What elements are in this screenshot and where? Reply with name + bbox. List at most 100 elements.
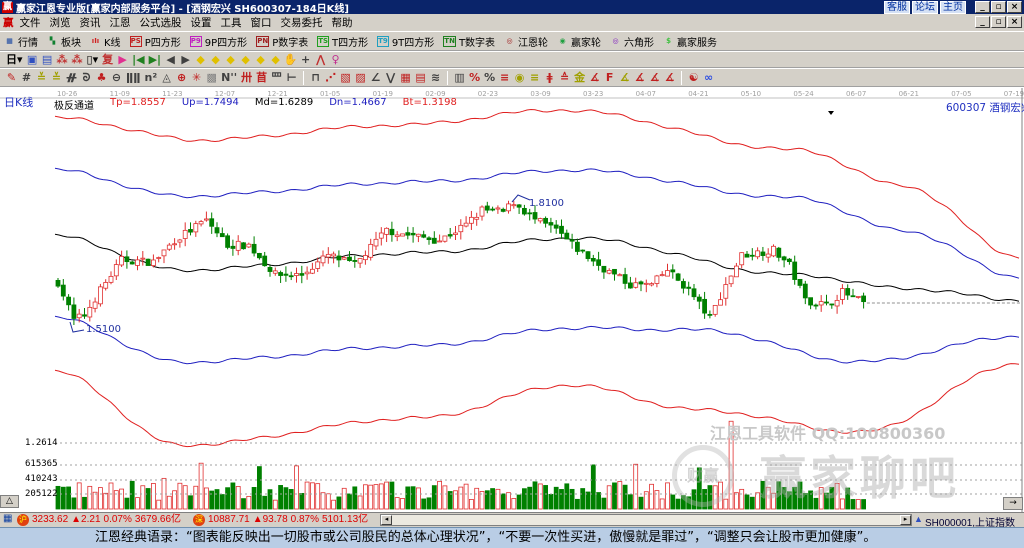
yinyang-icon[interactable]: ☯ [686,71,701,85]
angle4-icon[interactable]: ∡ [632,71,647,85]
toolbar-kline-button[interactable]: ıIı K线 [90,34,121,49]
toolbar-sector-blocks-button[interactable]: ▚ 板块 [47,34,81,49]
scroll-right-button[interactable]: ▸ [900,515,911,525]
candle-type-icon[interactable]: ▯▾ [85,53,101,67]
fan-lines-icon[interactable]: ⋰ [323,71,338,85]
flag-icon[interactable]: ▶ [115,53,130,67]
calendar-icon[interactable]: 罒 [269,71,284,85]
menu-item[interactable]: 交易委托 [281,15,323,30]
shenzhen-index[interactable]: 10887.71 ▲93.78 0.87% 5101.13亿 [208,514,368,526]
restore-rights-icon[interactable]: 复 [100,53,115,67]
pattern-icon[interactable]: ♀ [328,53,343,67]
kline-chart[interactable]: 10-26 11-09 11-23 12-07 12-21 01-05 01-19 02-09… [0,87,1024,512]
infinity-icon[interactable]: ∞ [701,71,716,85]
angle-f-icon[interactable]: F [602,71,617,85]
grid-lines-icon[interactable]: # [19,71,34,85]
line-a-icon[interactable]: ≙ [557,71,572,85]
shanghai-index[interactable]: 3233.62 ▲2.21 0.07% 3679.66亿 [32,514,181,526]
crosshair-icon[interactable]: + [298,53,313,67]
expand-h-icon[interactable]: ◆ [223,53,238,67]
fib-icon[interactable]: ᚌ [64,71,79,85]
toolbar-quote-grid-button[interactable]: ▦ 行情 [4,34,38,49]
price-red2-icon[interactable]: 苜 [254,71,269,85]
triangle-icon[interactable]: ◬ [159,71,174,85]
box-icon[interactable]: ▩ [204,71,219,85]
fan-box-icon[interactable]: ▧ [338,71,353,85]
menu-item[interactable]: 设置 [191,15,212,30]
coin-icon[interactable]: ◉ [512,71,527,85]
toolbar-ps-button[interactable]: PS P四方形 [129,34,181,49]
scroll-right-icon[interactable]: ▶ [178,53,193,67]
toolbar-pn-button[interactable]: PN P数字表 [256,34,308,49]
grid-box2-icon[interactable]: ▤ [413,71,428,85]
minimize-button[interactable]: _ [975,1,990,13]
scroll-left-button[interactable]: ◂ [381,515,392,525]
toolbar-winner-wheel-button[interactable]: ◉ 赢家轮 [557,34,601,49]
rect-icon[interactable]: ⊓ [308,71,323,85]
v-line-icon[interactable]: ⋁ [383,71,398,85]
shrink-h-icon[interactable]: ◆ [238,53,253,67]
percent-fan-icon[interactable]: % [467,71,482,85]
angle2-icon[interactable]: ∡ [587,71,602,85]
menu-item[interactable]: 浏览 [50,15,71,30]
close-button[interactable]: × [1007,1,1022,13]
grid-box-icon[interactable]: ▦ [398,71,413,85]
spiral-icon[interactable]: ᘐ [79,71,94,85]
toolbar-ts-button[interactable]: TS T四方形 [317,34,368,49]
toolbar-gann-wheel-button[interactable]: ◎ 江恩轮 [504,34,548,49]
menu-item[interactable]: 帮助 [332,15,353,30]
scroll-end-button[interactable]: → [1003,497,1023,510]
price-red-icon[interactable]: 卅 [239,71,254,85]
measure-icon[interactable]: ⊢ [284,71,299,85]
scroll-left-icon[interactable]: ◀ [163,53,178,67]
chart-style-icon[interactable]: ▣ [25,53,40,67]
trend-icon[interactable]: ⋀ [313,53,328,67]
indicator-3-icon[interactable]: ⁂ [55,53,70,67]
hand-icon[interactable]: ✋ [283,53,298,67]
child-minimize-button[interactable]: _ [975,16,990,28]
table-icon[interactable]: ▥ [452,71,467,85]
circle-icon[interactable]: ⊖ [109,71,124,85]
first-icon[interactable]: |◀ [130,53,146,67]
period-day-icon[interactable]: 日▾ [4,53,25,67]
angle5-icon[interactable]: ∡ [647,71,662,85]
toolbar-t9-button[interactable]: T9 9T四方形 [377,34,434,49]
parallel-icon[interactable]: ≋ [428,71,443,85]
percent-icon[interactable]: % [482,71,497,85]
toolbar-hexagon-button[interactable]: ◎ 六角形 [610,34,654,49]
angle6-icon[interactable]: ∡ [662,71,677,85]
link-home[interactable]: 主页 [940,1,966,14]
link-service[interactable]: 客服 [884,1,910,14]
gann-fan-icon[interactable]: ≚ [34,71,49,85]
coin-lines-icon[interactable]: ≡ [527,71,542,85]
bar-pen-icon[interactable]: ǂ [542,71,557,85]
expand-v-icon[interactable]: ◆ [253,53,268,67]
period-lines-icon[interactable]: ǁǁ [124,71,143,85]
shrink-v-icon[interactable]: ◆ [268,53,283,67]
fan-box2-icon[interactable]: ▨ [353,71,368,85]
wave-icon[interactable]: N'' [219,71,239,85]
expand-panel-button[interactable]: △ [0,495,19,508]
indicator-9-icon[interactable]: ⁂ [70,53,85,67]
info-icon[interactable]: ▤ [40,53,55,67]
pen-icon[interactable]: ✎ [4,71,19,85]
child-close-button[interactable]: × [1007,16,1022,28]
star-icon[interactable]: ✳ [189,71,204,85]
menu-item[interactable]: 文件 [20,15,41,30]
gold-icon[interactable]: 金 [572,71,587,85]
percent-lines-icon[interactable]: ≡ [497,71,512,85]
angle3-icon[interactable]: ∡ [617,71,632,85]
n2-icon[interactable]: n² [143,71,160,85]
toolbar-p9-button[interactable]: P9 9P四方形 [189,34,247,49]
child-restore-button[interactable]: ▫ [991,16,1006,28]
marker-icon[interactable]: ♣ [94,71,109,85]
menu-item[interactable]: 公式选股 [140,15,182,30]
menu-item[interactable]: 工具 [221,15,242,30]
toolbar-tn-button[interactable]: TN T数字表 [443,34,495,49]
last-icon[interactable]: ▶| [147,53,163,67]
target-icon[interactable]: ⊕ [174,71,189,85]
menu-item[interactable]: 窗口 [251,15,272,30]
zoom-in-icon[interactable]: ◆ [193,53,208,67]
angle-icon[interactable]: ∠ [368,71,383,85]
quote-grid-icon[interactable]: ▦ [3,513,12,524]
